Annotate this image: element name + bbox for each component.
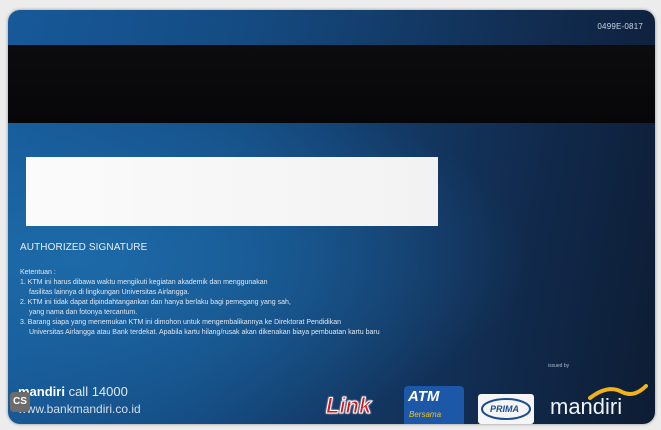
atm-label: ATM xyxy=(408,388,440,405)
terms-line: 1. KTM ini harus dibawa waktu mengikuti … xyxy=(20,279,268,286)
issued-by-label: issued by xyxy=(548,363,570,369)
card-serial-number: 0499E-0817 xyxy=(597,22,643,31)
terms-line: 3. Barang siapa yang menemukan KTM ini d… xyxy=(20,319,342,326)
terms-block: Ketentuan : 1. KTM ini harus dibawa wakt… xyxy=(20,268,580,338)
callcenter-number: call 14000 xyxy=(64,384,128,399)
prima-label: PRIMA xyxy=(490,404,519,414)
camscanner-badge: CS xyxy=(10,392,30,412)
terms-line: fasilitas lainnya di lingkungan Universi… xyxy=(29,289,190,296)
signature-title: AUTHORIZED SIGNATURE xyxy=(20,242,148,253)
bersama-label: Bersama xyxy=(409,410,442,419)
terms-line: 2. KTM ini tidak dapat dipindahtangankan… xyxy=(20,299,291,306)
magnetic-stripe xyxy=(8,45,655,123)
bank-contact: mandiri call 14000 www.bankmandiri.co.id xyxy=(18,384,141,416)
bank-callcenter: mandiri call 14000 xyxy=(18,384,141,399)
terms-line: yang nama dan fotonya tercantum. xyxy=(29,309,138,316)
prima-logo: PRIMA xyxy=(478,394,534,424)
terms-line: Universitas Airlangga atau Bank terdekat… xyxy=(29,329,380,336)
terms-heading: Ketentuan : xyxy=(20,269,56,276)
bank-website: www.bankmandiri.co.id xyxy=(18,402,141,416)
signature-panel xyxy=(26,157,438,226)
atm-bersama-logo: ATM Bersama xyxy=(404,386,464,424)
link-logo: Link xyxy=(325,393,372,419)
card-back: 0499E-0817 AUTHORIZED SIGNATURE Ketentua… xyxy=(8,10,655,424)
mandiri-logo: mandiri xyxy=(550,394,623,419)
